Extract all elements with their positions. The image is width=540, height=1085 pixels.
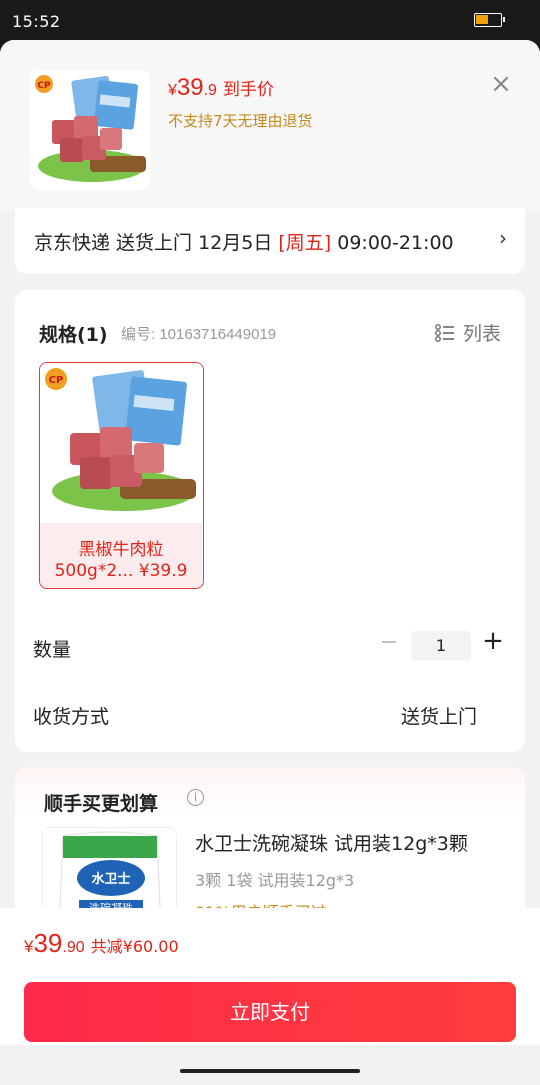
- quantity-decrease-button[interactable]: −: [379, 630, 399, 655]
- pay-now-button[interactable]: 立即支付: [24, 982, 516, 1042]
- battery-icon: [474, 13, 505, 27]
- price-decimal: .9: [203, 82, 217, 99]
- product-price: ¥39.9 到手价: [168, 74, 274, 102]
- list-label: 列表: [462, 323, 501, 345]
- spec-card: 规格(1) 编号: 10163716449019 列表 CP 黑椒牛肉粒 500…: [15, 290, 525, 752]
- chevron-right-icon: ›: [499, 226, 507, 250]
- battery-fill: [476, 15, 488, 24]
- shipping-method-label: 收货方式: [33, 706, 110, 728]
- sku-label: 黑椒牛肉粒 500g*2... ¥39.9: [40, 523, 202, 587]
- delivery-text: 京东快递 送货上门 12月5日 [周五] 09:00-21:00: [34, 228, 454, 255]
- status-bar: 15:52: [0, 0, 540, 42]
- checkout-bar: ¥39.90 共减¥60.00 立即支付: [0, 908, 540, 1045]
- spec-code: 编号: 10163716449019: [121, 326, 277, 343]
- price-symbol: ¥: [168, 82, 177, 99]
- close-icon[interactable]: ×: [488, 71, 514, 98]
- price-integer: 39: [176, 74, 204, 101]
- svg-text:CP: CP: [49, 375, 64, 386]
- shipping-method-value[interactable]: 送货上门: [401, 702, 477, 729]
- delivery-prefix: 京东快递 送货上门 12月5日: [34, 232, 279, 254]
- sku-option[interactable]: CP 黑椒牛肉粒 500g*2... ¥39.9: [39, 362, 204, 589]
- status-time: 15:52: [12, 12, 61, 31]
- home-indicator[interactable]: [180, 1069, 360, 1073]
- return-policy: 不支持7天无理由退货: [168, 112, 313, 130]
- sku-name: 黑椒牛肉粒: [78, 540, 164, 560]
- total-saved: 共减¥60.00: [90, 937, 179, 956]
- svg-text:水卫士: 水卫士: [91, 871, 130, 887]
- delivery-row[interactable]: 京东快递 送货上门 12月5日 [周五] 09:00-21:00 ›: [15, 208, 525, 274]
- total-price: ¥39.90 共减¥60.00: [24, 928, 179, 959]
- recommend-product-name[interactable]: 水卫士洗碗凝珠 试用装12g*3颗: [195, 829, 468, 856]
- product-thumbnail: CP: [30, 70, 150, 190]
- total-integer: 39: [33, 928, 63, 958]
- spec-title: 规格(1): [39, 324, 108, 346]
- recommend-title: 顺手买更划算: [44, 793, 159, 815]
- price-tag: 到手价: [222, 80, 274, 100]
- sku-image: CP: [40, 363, 202, 523]
- quantity-label: 数量: [33, 639, 72, 661]
- quantity-input[interactable]: 1: [411, 631, 471, 661]
- delivery-weekday: [周五]: [278, 232, 332, 254]
- product-header: CP ¥39.9 到手价 不支持7天无理由退货 ×: [0, 40, 540, 210]
- quantity-increase-button[interactable]: +: [482, 626, 504, 656]
- sku-meta: 500g*2... ¥39.9: [54, 561, 188, 581]
- delivery-time-range: 09:00-21:00: [331, 232, 454, 254]
- list-view-button[interactable]: 列表: [435, 319, 501, 346]
- recommend-product-spec: 3颗 1袋 试用装12g*3: [195, 871, 355, 890]
- list-icon: [435, 323, 454, 342]
- total-decimal: .90: [62, 939, 85, 956]
- svg-text:CP: CP: [37, 81, 51, 91]
- info-icon[interactable]: i: [187, 789, 204, 806]
